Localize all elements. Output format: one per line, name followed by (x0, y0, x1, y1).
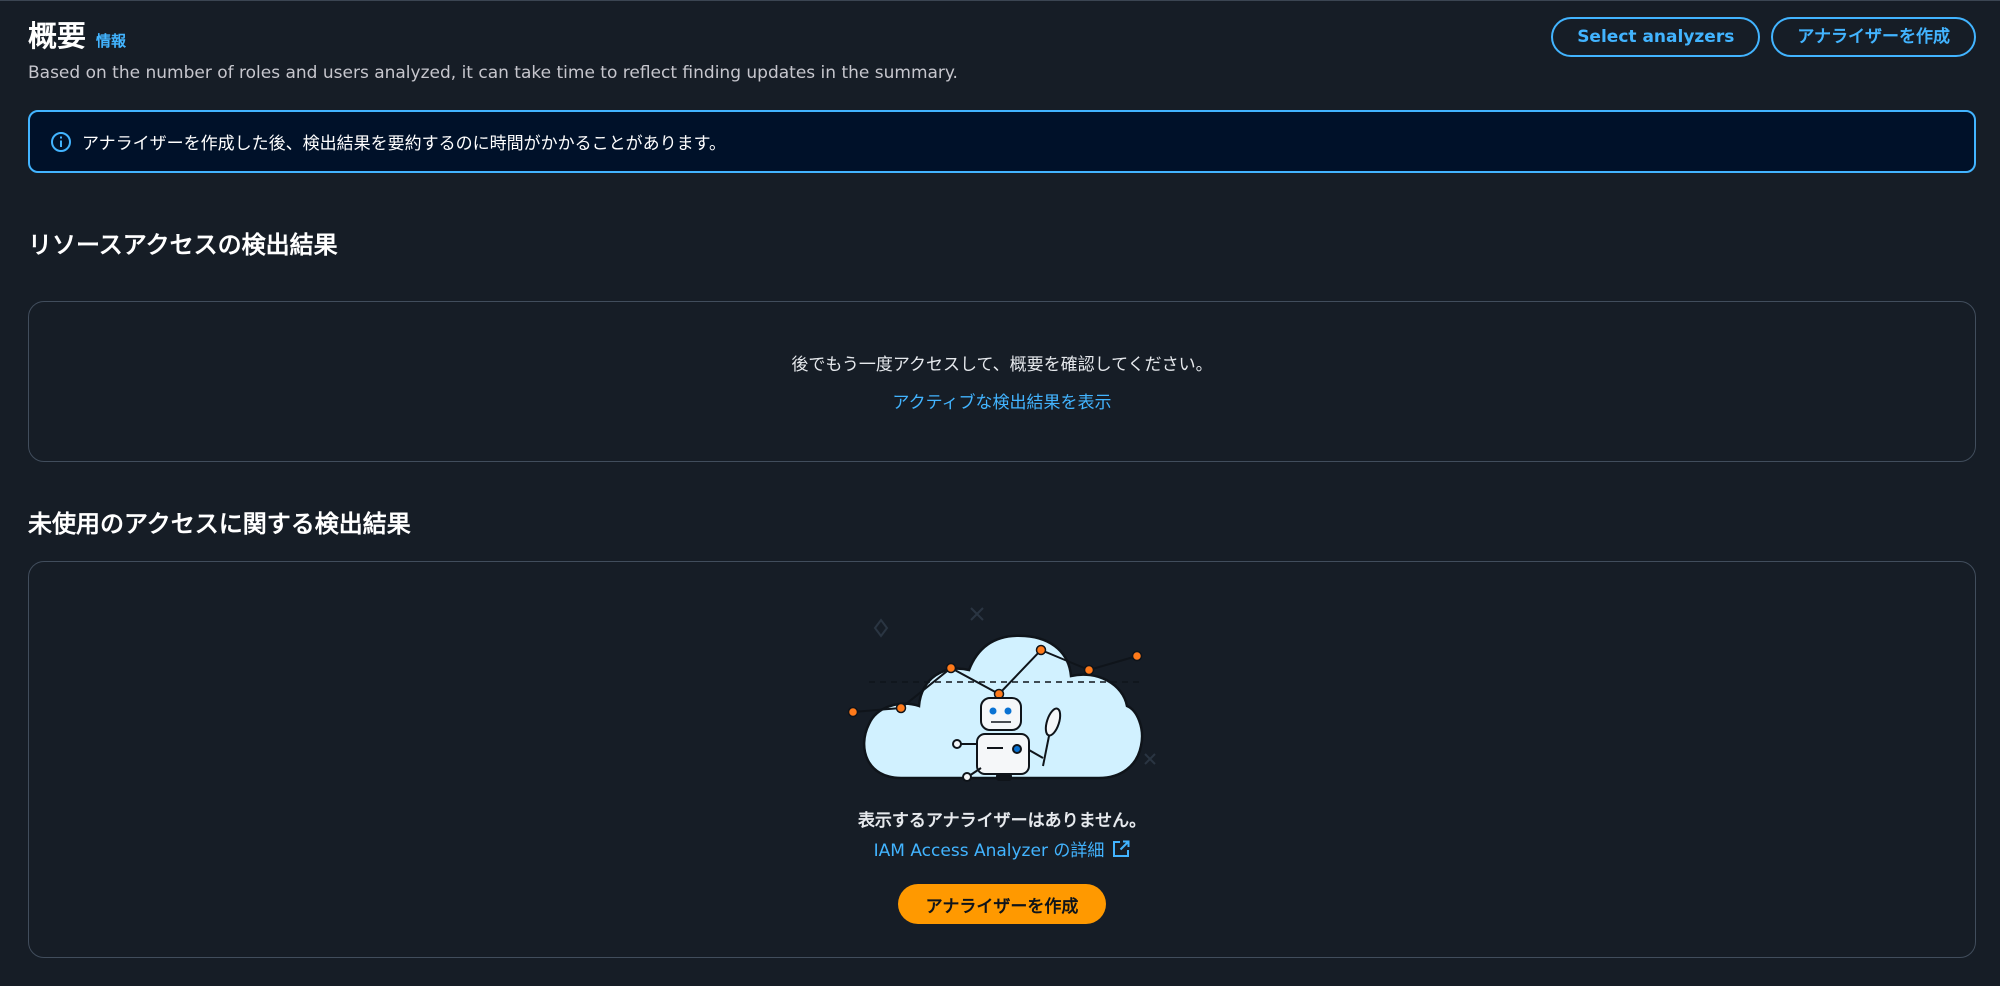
create-analyzer-button[interactable]: アナライザーを作成 (897, 884, 1107, 924)
learn-more-link[interactable]: IAM Access Analyzer の詳細 (874, 836, 1131, 861)
create-analyzer-header-button[interactable]: アナライザーを作成 (1771, 17, 1976, 57)
page: 概要 情報 Based on the number of roles and u… (0, 0, 2000, 986)
select-analyzers-button[interactable]: Select analyzers (1551, 17, 1761, 57)
no-analyzers-message: 表示するアナライザーはありません。 (857, 811, 1147, 831)
unused-access-heading: 未使用のアクセスに関する検出結果 (28, 510, 411, 538)
page-title: 概要 (28, 19, 87, 53)
learn-more-label: IAM Access Analyzer の詳細 (873, 841, 1105, 861)
learn-more-wrap: IAM Access Analyzer の詳細 (29, 836, 1975, 861)
page-header: 概要 情報 Based on the number of roles and u… (28, 15, 1976, 95)
view-active-findings-link-wrap: アクティブな検出結果を表示 (29, 388, 1975, 413)
resource-access-message: 後でもう一度アクセスして、概要を確認してください。 (791, 355, 1213, 375)
unused-access-card: 表示するアナライザーはありません。 IAM Access Analyzer の詳… (28, 561, 1976, 958)
page-subtitle: Based on the number of roles and users a… (28, 63, 958, 83)
view-active-findings-link[interactable]: アクティブな検出結果を表示 (892, 393, 1111, 413)
resource-access-heading: リソースアクセスの検出結果 (28, 231, 338, 259)
robot-cloud-chart-illustration (847, 607, 1156, 782)
header-actions: Select analyzers アナライザーを作成 (1551, 17, 1976, 57)
create-analyzer-primary-wrap: アナライザーを作成 (29, 884, 1975, 924)
info-link[interactable]: 情報 (96, 30, 126, 51)
resource-access-card: 後でもう一度アクセスして、概要を確認してください。 アクティブな検出結果を表示 (28, 301, 1976, 462)
alert-text: アナライザーを作成した後、検出結果を要約するのに時間がかかることがあります。 (82, 134, 726, 154)
info-icon (51, 131, 71, 152)
external-link-icon (1113, 840, 1130, 857)
info-alert: アナライザーを作成した後、検出結果を要約するのに時間がかかることがあります。 (28, 110, 1976, 173)
